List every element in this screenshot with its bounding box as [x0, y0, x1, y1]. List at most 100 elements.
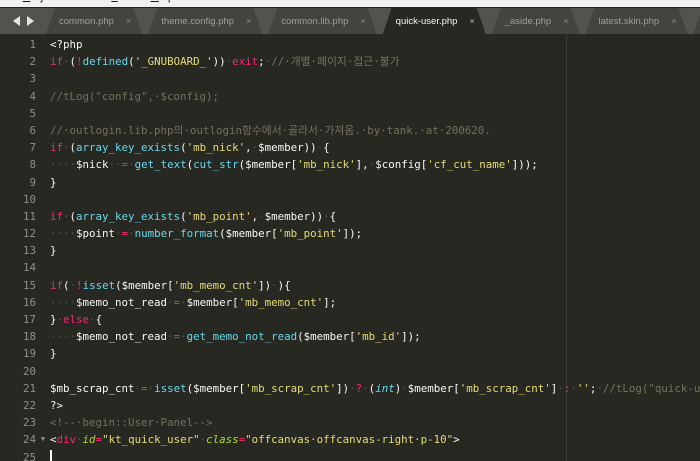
code-line-25[interactable]: 25	[0, 449, 700, 461]
tab-theme.config.php[interactable]: theme.config.php×	[148, 8, 262, 34]
code-line-1[interactable]: 1<?php	[0, 36, 700, 53]
gutter: 14	[0, 259, 50, 276]
token: //·개별·페이지·접근·불가	[271, 55, 399, 68]
tab-_aside.php[interactable]: _aside.php×	[492, 8, 580, 34]
code-text	[50, 70, 700, 87]
gutter: 19	[0, 345, 50, 362]
menu-item-preferences[interactable]: Preferences	[74, 0, 136, 3]
gutter: 1	[0, 36, 50, 53]
code-line-15[interactable]: 15if(·!isset($member['mb_memo_cnt'])·){	[0, 277, 700, 294]
menu-item-s[interactable]: s	[2, 0, 8, 3]
code-line-21[interactable]: 21$mb_scrap_cnt·=·isset($member['mb_scra…	[0, 380, 700, 397]
token: get_memo_not_read	[187, 330, 298, 343]
token: 'mb_scrap_cnt'	[245, 382, 336, 395]
token: {	[96, 313, 103, 326]
code-text: }	[50, 242, 700, 259]
line-number: 9	[0, 174, 36, 191]
token: $memo_not_read	[76, 330, 167, 343]
tab-m[interactable]: m	[693, 8, 700, 34]
line-number: 4	[0, 88, 36, 105]
code-line-3[interactable]: 3	[0, 70, 700, 87]
code-line-19[interactable]: 19}	[0, 345, 700, 362]
token: 'mb_point'	[187, 210, 252, 223]
close-icon[interactable]: ×	[246, 16, 251, 26]
line-number: 13	[0, 242, 36, 259]
fold-spacer	[36, 328, 50, 345]
token: <!--·begin::User·Panel-->	[50, 416, 213, 429]
fold-spacer	[36, 414, 50, 431]
menu-items: s Project Preferences Help	[2, 0, 189, 3]
close-icon[interactable]: ×	[671, 16, 676, 26]
close-icon[interactable]: ×	[469, 16, 474, 26]
tab-quick-user.php[interactable]: quick-user.php×	[383, 8, 486, 34]
fold-spacer	[36, 259, 50, 276]
code-line-12[interactable]: 12····$point·=·number_format($member['mb…	[0, 225, 700, 242]
token: $member))	[258, 141, 317, 154]
code-line-7[interactable]: 7if·(array_key_exists('mb_nick',·$member…	[0, 139, 700, 156]
code-line-22[interactable]: 22?>	[0, 397, 700, 414]
fold-arrow-icon[interactable]: ▼	[36, 431, 50, 448]
token: ($member[	[219, 227, 278, 240]
line-number: 6	[0, 122, 36, 139]
code-line-8[interactable]: 8····$nick··=·get_text(cut_str($member['…	[0, 156, 700, 173]
code-line-13[interactable]: 13}	[0, 242, 700, 259]
code-text: ?>	[50, 397, 700, 414]
close-icon[interactable]: ×	[563, 16, 568, 26]
code-text: }	[50, 174, 700, 191]
code-line-10[interactable]: 10	[0, 191, 700, 208]
line-number: 1	[0, 36, 36, 53]
fold-spacer	[36, 225, 50, 242]
close-icon[interactable]: ×	[360, 16, 365, 26]
gutter: 15	[0, 277, 50, 294]
line-number: 18	[0, 328, 36, 345]
token: "offcanvas·offcanvas-right·p-10"	[245, 433, 453, 446]
gutter: 25	[0, 449, 50, 461]
code-line-2[interactable]: 2if·(!defined('_GNUBOARD_'))·exit;·//·개별…	[0, 53, 700, 70]
close-icon[interactable]: ×	[126, 16, 131, 26]
token: $config[	[375, 158, 427, 171]
token: //tLog("quick-us	[603, 382, 700, 395]
code-line-4[interactable]: 4//tLog("config",·$config);	[0, 88, 700, 105]
code-line-20[interactable]: 20	[0, 363, 700, 380]
token: ])	[258, 279, 271, 292]
fold-spacer	[36, 380, 50, 397]
code-line-5[interactable]: 5	[0, 105, 700, 122]
token: get_text	[135, 158, 187, 171]
code-line-16[interactable]: 16····$memo_not_read·=·$member['mb_memo_…	[0, 294, 700, 311]
code-text	[50, 105, 700, 122]
code-line-9[interactable]: 9}	[0, 174, 700, 191]
token: ];	[323, 296, 336, 309]
code-line-6[interactable]: 6//·outlogin.lib.php의·outlogin함수에서·골라서·가…	[0, 122, 700, 139]
token: 'mb_id'	[356, 330, 402, 343]
token: >	[453, 433, 460, 446]
fold-spacer	[36, 53, 50, 70]
code-text: if·(!defined('_GNUBOARD_'))·exit;·//·개별·…	[50, 53, 700, 70]
gutter: 7	[0, 139, 50, 156]
tab-scroll-right-icon[interactable]	[27, 16, 34, 26]
code-line-18[interactable]: 18····$memo_not_read·=·get_memo_not_read…	[0, 328, 700, 345]
code-line-17[interactable]: 17}·else·{	[0, 311, 700, 328]
tab-common.lib.php[interactable]: common.lib.php×	[268, 8, 376, 34]
code-line-11[interactable]: 11if·(array_key_exists('mb_point',·$memb…	[0, 208, 700, 225]
menu-item-help[interactable]: Help	[151, 0, 175, 3]
tab-latest.skin.php[interactable]: latest.skin.php×	[585, 8, 687, 34]
code-line-23[interactable]: 23<!--·begin::User·Panel-->	[0, 414, 700, 431]
fold-spacer	[36, 363, 50, 380]
gutter: 17	[0, 311, 50, 328]
code-editor[interactable]: 1<?php2if·(!defined('_GNUBOARD_'))·exit;…	[0, 34, 700, 461]
code-line-24[interactable]: 24▼<div·id="kt_quick_user"·class="offcan…	[0, 431, 700, 448]
text-caret	[50, 450, 52, 461]
fold-spacer	[36, 156, 50, 173]
code-lines: 1<?php2if·(!defined('_GNUBOARD_'))·exit;…	[0, 36, 700, 461]
code-line-14[interactable]: 14	[0, 259, 700, 276]
fold-spacer	[36, 105, 50, 122]
token: ){	[278, 279, 291, 292]
line-number: 16	[0, 294, 36, 311]
line-number: 19	[0, 345, 36, 362]
menu-item-project[interactable]: Project	[23, 0, 59, 3]
tab-common.php[interactable]: common.php×	[46, 8, 142, 34]
fold-spacer	[36, 88, 50, 105]
gutter: 21	[0, 380, 50, 397]
token: 'mb_scrap_cnt'	[460, 382, 551, 395]
tab-scroll-left-icon[interactable]	[13, 16, 20, 26]
